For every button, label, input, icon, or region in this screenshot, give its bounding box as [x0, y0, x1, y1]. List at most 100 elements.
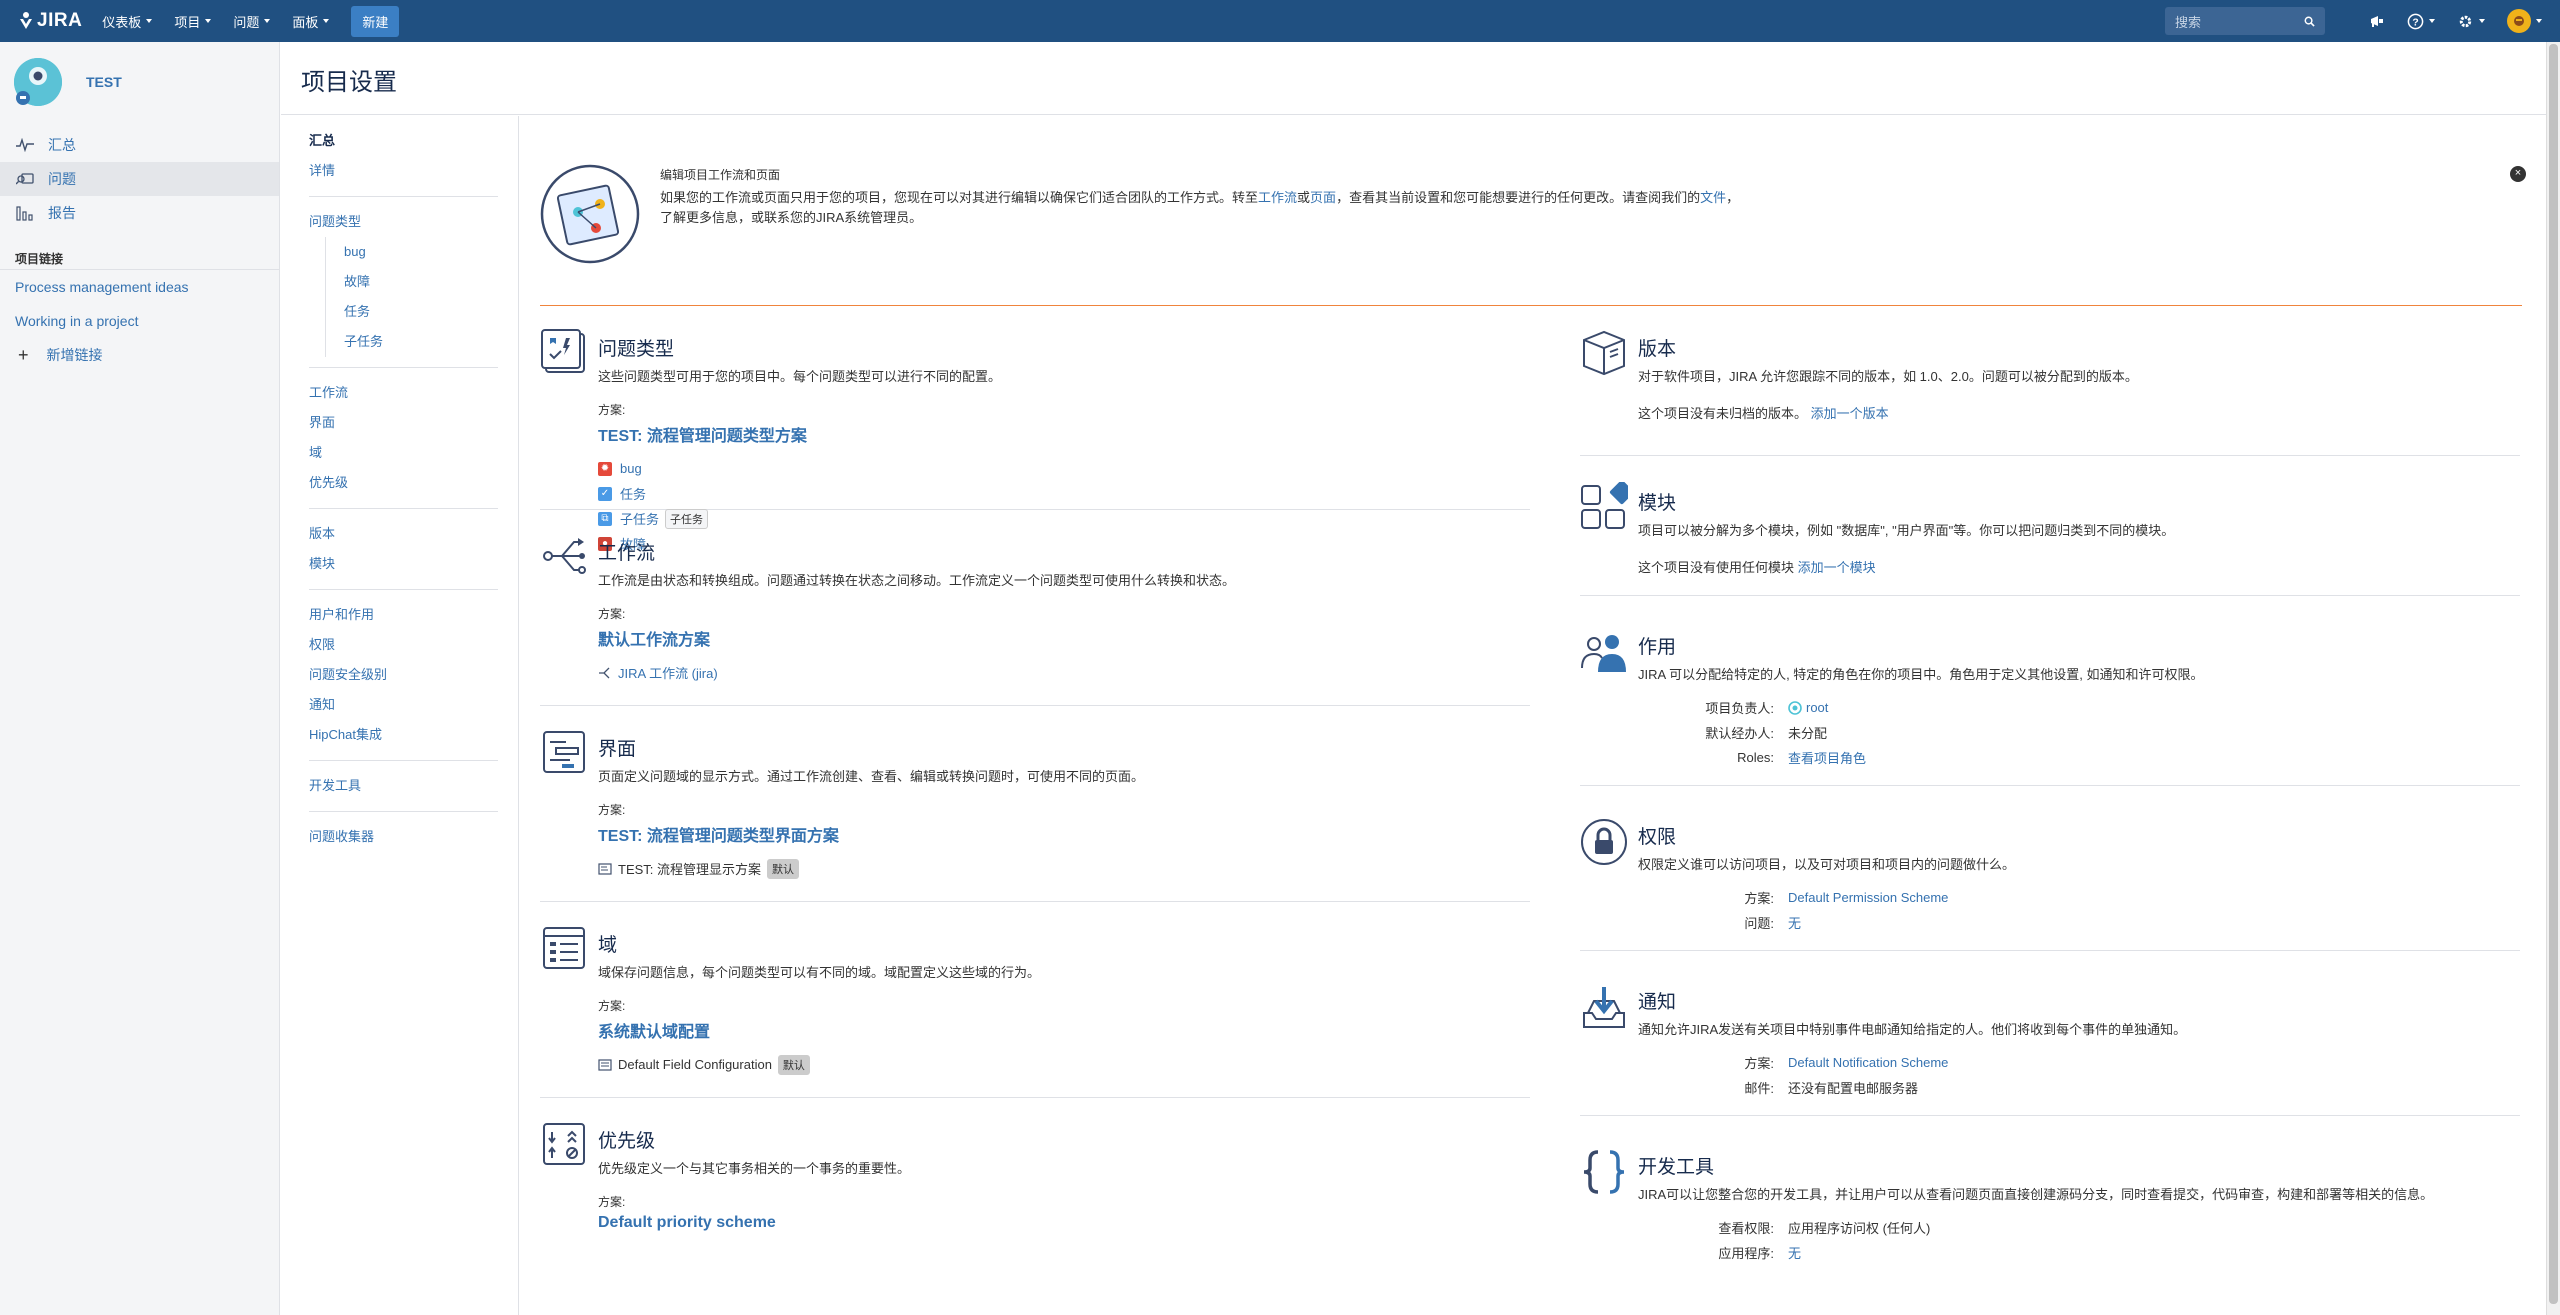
add-link-button[interactable]: + 新增链接 — [0, 338, 279, 372]
notification-scheme-row: 方案: Default Notification Scheme — [1638, 1050, 2520, 1075]
settings-nav-issue-type[interactable]: bug — [328, 237, 498, 267]
settings-nav-versions[interactable]: 版本 — [309, 519, 498, 549]
workflow-icon — [543, 538, 586, 574]
workflow-link[interactable]: JIRA 工作流 (jira) — [618, 663, 718, 682]
settings-nav-summary[interactable]: 汇总 — [309, 126, 498, 156]
user-avatar — [2507, 9, 2531, 33]
scrollbar-thumb[interactable] — [2549, 44, 2558, 1304]
add-component-link[interactable]: 添加一个模块 — [1798, 560, 1876, 575]
roles-row: Roles: 查看项目角色 — [1638, 745, 2520, 770]
default-assignee-row: 默认经办人: 未分配 — [1638, 720, 2520, 745]
nav-label: 仪表板 — [102, 14, 142, 30]
page-header: 项目设置 — [281, 42, 2546, 115]
settings-nav-issue-type[interactable]: 子任务 — [328, 327, 498, 357]
lock-icon — [1581, 819, 1627, 865]
section-title: 优先级 — [598, 1131, 656, 1152]
field-scheme-link[interactable]: 系统默认域配置 — [598, 1018, 1530, 1042]
section-title: 问题类型 — [598, 339, 675, 360]
close-banner-button[interactable]: × — [2510, 166, 2526, 182]
roles-icon — [1581, 635, 1626, 672]
view-project-roles-link[interactable]: 查看项目角色 — [1788, 748, 1866, 767]
scheme-label: 方案: — [598, 1195, 626, 1209]
workflow-scheme-link[interactable]: 默认工作流方案 — [598, 626, 1530, 650]
sidebar-item-issues[interactable]: 问题 — [0, 162, 279, 196]
settings-nav-notifications[interactable]: 通知 — [309, 690, 498, 720]
project-avatar[interactable] — [14, 58, 62, 106]
settings-nav-fields[interactable]: 域 — [309, 438, 498, 468]
banner-text: 如果您的工作流或页面只用于您的项目，您现在可以对其进行编辑以确保它们适合团队的工… — [660, 188, 1860, 228]
add-version-link[interactable]: 添加一个版本 — [1811, 406, 1889, 421]
priorities-section: 优先级 优先级定义一个与其它事务相关的一个事务的重要性。 方案: Default… — [540, 1098, 1530, 1258]
nav-boards[interactable]: 面板 — [292, 12, 330, 31]
admin-button[interactable] — [2457, 13, 2485, 30]
project-link[interactable]: Process management ideas — [0, 270, 279, 304]
issue-security-link[interactable]: 无 — [1788, 913, 1801, 932]
notification-scheme-link[interactable]: Default Notification Scheme — [1788, 1055, 1948, 1070]
nav-projects[interactable]: 项目 — [174, 12, 212, 31]
project-name[interactable]: TEST — [86, 74, 122, 90]
info-banner: 编辑项目工作流和页面 如果您的工作流或页面只用于您的项目，您现在可以对其进行编辑… — [540, 156, 2526, 306]
field-label: 邮件: — [1744, 1081, 1774, 1096]
search-input[interactable]: 搜索 — [2165, 7, 2325, 35]
field-label: 应用程序: — [1718, 1246, 1774, 1261]
nav-label: 项目 — [174, 14, 201, 30]
section-description: JIRA可以让您整合您的开发工具，并让用户可以从查看问题页面直接创建源码分支，同… — [1638, 1187, 2434, 1202]
user-avatar-icon — [2514, 16, 2524, 26]
settings-content: 编辑项目工作流和页面 如果您的工作流或页面只用于您的项目，您现在可以对其进行编辑… — [520, 116, 2546, 1315]
project-lead-link[interactable]: root — [1806, 700, 1828, 715]
settings-nav-workflows[interactable]: 工作流 — [309, 378, 498, 408]
workflows-link[interactable]: 工作流 — [1258, 190, 1297, 205]
settings-nav-group: 工作流 界面 域 优先级 — [309, 368, 498, 509]
settings-nav-priorities[interactable]: 优先级 — [309, 468, 498, 498]
documentation-link[interactable]: 文件 — [1700, 190, 1726, 205]
section-title: 界面 — [598, 739, 637, 760]
sidebar-item-reports[interactable]: 报告 — [0, 196, 279, 230]
permission-scheme-link[interactable]: Default Permission Scheme — [1788, 890, 1948, 905]
issue-security-row: 问题: 无 — [1638, 910, 2520, 935]
add-link-label: 新增链接 — [46, 347, 103, 363]
section-title: 权限 — [1638, 827, 1677, 848]
sidebar-item-summary[interactable]: 汇总 — [0, 128, 279, 162]
settings-nav-issue-security[interactable]: 问题安全级别 — [309, 660, 498, 690]
nav-dashboards[interactable]: 仪表板 — [102, 12, 153, 31]
create-button[interactable]: 新建 — [351, 5, 400, 37]
feedback-button[interactable] — [2369, 13, 2385, 29]
settings-nav-dev-tools[interactable]: 开发工具 — [309, 771, 498, 801]
default-tag: 默认 — [777, 1054, 810, 1075]
note-text: 这个项目没有未归档的版本。 — [1638, 406, 1808, 421]
settings-nav-issue-type[interactable]: 故障 — [328, 267, 498, 297]
settings-nav-issue-collectors[interactable]: 问题收集器 — [309, 822, 498, 852]
jira-logo-icon — [20, 12, 32, 29]
user-menu-button[interactable] — [2507, 9, 2542, 33]
settings-nav-hipchat[interactable]: HipChat集成 — [309, 720, 498, 750]
project-link[interactable]: Working in a project — [0, 304, 279, 338]
priority-scheme-link[interactable]: Default priority scheme — [598, 1214, 1530, 1232]
screens-link[interactable]: 页面 — [1310, 190, 1336, 205]
issue-type-link[interactable]: bug — [620, 461, 642, 476]
help-button[interactable]: ? — [2407, 13, 2435, 30]
settings-nav-issue-type[interactable]: 任务 — [328, 297, 498, 327]
components-section: 模块 项目可以被分解为多个模块，例如 "数据库", "用户界面"等。你可以把问题… — [1580, 456, 2520, 596]
screen-item: TEST: 流程管理显示方案 默认 — [598, 856, 1530, 881]
settings-nav-details[interactable]: 详情 — [309, 156, 498, 186]
project-header: TEST — [0, 42, 279, 118]
settings-nav-components[interactable]: 模块 — [309, 549, 498, 579]
settings-nav-group: 汇总 详情 — [309, 116, 498, 197]
settings-nav-permissions[interactable]: 权限 — [309, 630, 498, 660]
jira-logo[interactable]: JIRA — [18, 10, 82, 32]
settings-nav-issue-types[interactable]: 问题类型 — [309, 207, 498, 237]
settings-nav-screens[interactable]: 界面 — [309, 408, 498, 438]
issue-type-scheme-link[interactable]: TEST: 流程管理问题类型方案 — [598, 422, 1530, 446]
issue-type-link[interactable]: 任务 — [620, 484, 646, 503]
nav-issues[interactable]: 问题 — [233, 12, 271, 31]
gear-icon — [2459, 15, 2472, 27]
settings-nav-group: 版本 模块 — [309, 509, 498, 590]
project-lead-row: 项目负责人: root — [1638, 695, 2520, 720]
applications-row: 应用程序: 无 — [1638, 1240, 2520, 1265]
banner-text-part: ，查看其当前设置和您可能想要进行的任何更改。请查阅我们的 — [1336, 190, 1701, 205]
page-scrollbar[interactable] — [2546, 42, 2560, 1315]
settings-nav-users-roles[interactable]: 用户和作用 — [309, 600, 498, 630]
applications-link[interactable]: 无 — [1788, 1243, 1801, 1262]
issue-type-item: ✓ 任务 — [598, 481, 1530, 506]
screen-scheme-link[interactable]: TEST: 流程管理问题类型界面方案 — [598, 822, 1530, 846]
